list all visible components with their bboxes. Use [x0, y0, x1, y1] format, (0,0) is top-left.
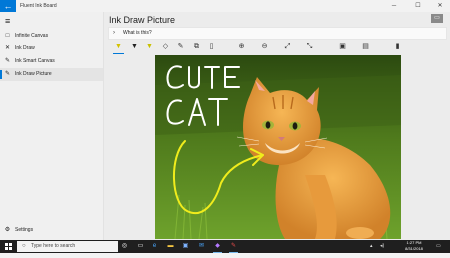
sidebar-item-ink-smart-canvas[interactable]: ✎ Ink Smart Canvas: [0, 55, 103, 68]
save-button[interactable]: ▤: [360, 41, 371, 53]
taskbar: ○ Type here to search ◎ ▭ e ▬ ▣ ✉ ◆ ✎ ▴ …: [0, 240, 450, 253]
collapse-icon: ⤡: [306, 43, 313, 50]
app-title: Fluent Ink Board: [20, 3, 57, 9]
microphone-icon[interactable]: ◎: [120, 242, 129, 251]
lasso-tool[interactable]: ⧉: [191, 41, 202, 53]
clock-date: 8/31/2018: [405, 246, 423, 251]
task-view-icon[interactable]: ▭: [136, 242, 145, 251]
ink-toolbar: ▼ ▼ ▼ ◇ ✎ ⧉ ▯ ⊕ ⊖ ⤢ ⤡ ▣ ▤ ▮: [104, 41, 450, 54]
clear-icon: ▯: [209, 43, 214, 50]
expand-icon: ⤢: [284, 43, 291, 50]
highlighter-icon: ▼: [146, 43, 153, 50]
sidebar-item-label: Settings: [15, 227, 34, 233]
gear-icon: ⚙: [4, 227, 11, 233]
windows-logo-icon: [5, 243, 12, 250]
eraser-tool[interactable]: ◇: [160, 41, 171, 53]
volume-icon[interactable]: ◂): [380, 242, 384, 251]
ink-board-app-icon[interactable]: ✎: [229, 242, 238, 251]
clear-button[interactable]: ▯: [206, 41, 217, 53]
highlighter-tool[interactable]: ▼: [144, 41, 155, 53]
trash-icon: ▮: [395, 43, 400, 50]
pencil-tool[interactable]: ▼: [129, 41, 140, 53]
start-button[interactable]: [0, 240, 17, 253]
back-button[interactable]: ←: [0, 0, 16, 12]
image-icon: ▣: [339, 43, 346, 50]
ink-picture-icon: ✎: [4, 71, 11, 77]
zoom-in-button[interactable]: ⊕: [236, 41, 247, 53]
pencil-icon: ▼: [131, 43, 138, 50]
chevron-right-icon: ›: [113, 30, 115, 36]
sidebar-item-ink-draw[interactable]: ✕ Ink Draw: [0, 42, 103, 55]
ballpoint-pen-tool[interactable]: ▼: [113, 41, 124, 54]
close-button[interactable]: ✕: [432, 0, 448, 12]
sidebar-item-ink-draw-picture[interactable]: ✎ Ink Draw Picture: [0, 68, 103, 81]
network-icon[interactable]: ▴: [370, 242, 373, 251]
clock[interactable]: 1:27 PM 8/31/2018: [400, 240, 428, 252]
page-title: Ink Draw Picture: [109, 15, 176, 25]
sidebar-item-label: Ink Draw: [15, 45, 35, 51]
search-icon: ○: [22, 243, 26, 249]
fit-to-screen-button[interactable]: ⤢: [282, 41, 293, 53]
edge-icon[interactable]: e: [150, 242, 159, 251]
cat-picture: [155, 55, 401, 239]
ink-canvas[interactable]: [155, 55, 401, 239]
open-image-button[interactable]: ▣: [337, 41, 348, 53]
sidebar-item-settings[interactable]: ⚙ Settings: [0, 224, 103, 237]
search-placeholder: Type here to search: [31, 243, 76, 249]
minimize-button[interactable]: ─: [386, 0, 402, 12]
navigation-sidebar: ≡ □ Infinite Canvas ✕ Ink Draw ✎ Ink Sma…: [0, 12, 104, 240]
taskbar-search-box[interactable]: ○ Type here to search: [17, 241, 118, 252]
ruler-icon: ✎: [177, 43, 184, 50]
ruler-tool[interactable]: ✎: [175, 41, 186, 53]
ink-draw-icon: ✕: [4, 45, 11, 51]
ink-smart-icon: ✎: [4, 58, 11, 64]
mail-icon[interactable]: ✉: [197, 242, 206, 251]
title-bar: ← Fluent Ink Board ─ ☐ ✕: [0, 0, 450, 12]
zoom-out-button[interactable]: ⊖: [259, 41, 270, 53]
full-screen-button[interactable]: ▭: [431, 14, 443, 23]
sidebar-item-label: Ink Draw Picture: [15, 71, 52, 77]
visual-studio-icon[interactable]: ◆: [213, 242, 222, 251]
main-content: Ink Draw Picture ▭ › What is this? ▼ ▼ ▼…: [104, 12, 450, 240]
delete-button[interactable]: ▮: [392, 41, 403, 53]
notifications-icon[interactable]: ▭: [436, 242, 441, 251]
reset-zoom-button[interactable]: ⤡: [304, 41, 315, 53]
save-icon: ▤: [362, 43, 369, 50]
ballpoint-pen-icon: ▼: [115, 43, 122, 50]
maximize-button[interactable]: ☐: [410, 0, 426, 12]
lasso-icon: ⧉: [194, 43, 199, 50]
store-icon[interactable]: ▣: [181, 242, 190, 251]
sidebar-item-label: Ink Smart Canvas: [15, 58, 55, 64]
zoom-out-icon: ⊖: [261, 43, 268, 50]
eraser-icon: ◇: [162, 43, 169, 50]
question-expander[interactable]: › What is this?: [108, 27, 447, 40]
file-explorer-icon[interactable]: ▬: [166, 242, 175, 251]
question-text: What is this?: [123, 30, 152, 36]
zoom-in-icon: ⊕: [238, 43, 245, 50]
hamburger-menu-icon[interactable]: ≡: [5, 16, 10, 26]
